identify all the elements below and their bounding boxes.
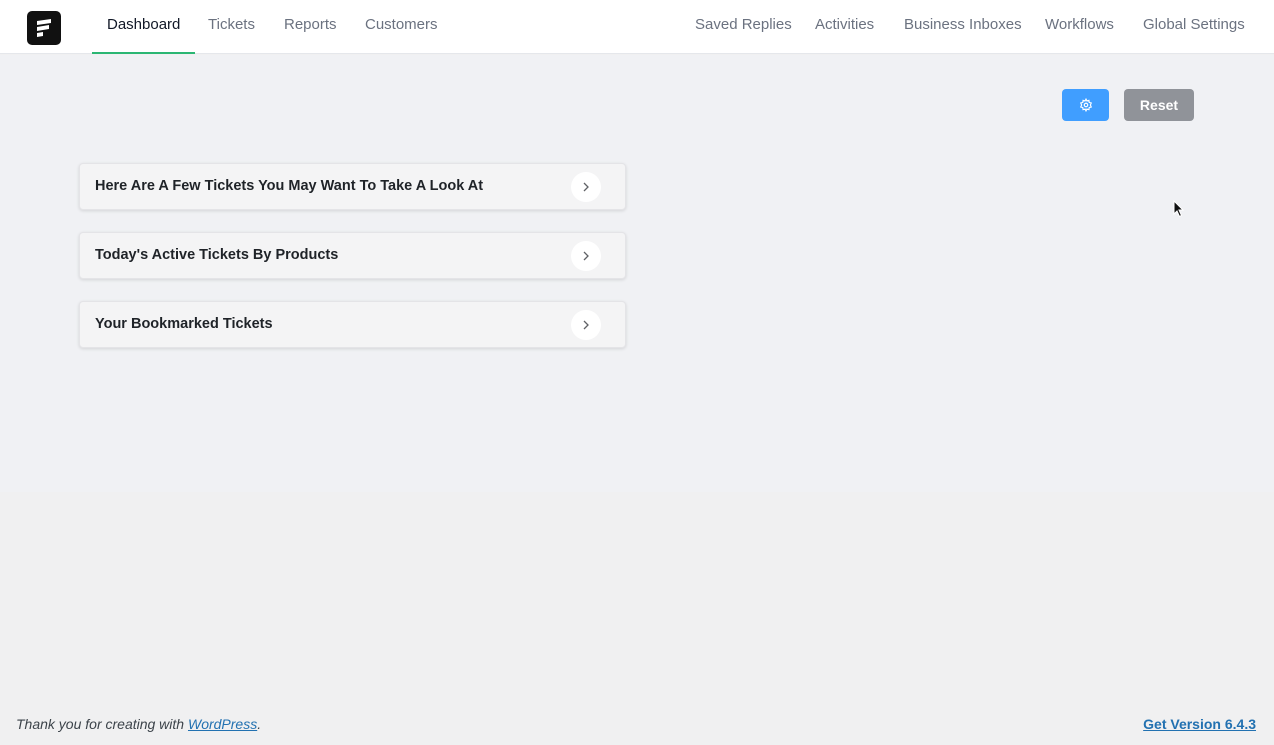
widget-card-bookmarked-tickets[interactable]: Your Bookmarked Tickets bbox=[79, 301, 626, 348]
get-version-link[interactable]: Get Version 6.4.3 bbox=[1143, 716, 1256, 732]
nav-tab-global-settings[interactable]: Global Settings bbox=[1143, 0, 1245, 54]
footer-credit: Thank you for creating with WordPress. bbox=[16, 716, 261, 732]
wordpress-link[interactable]: WordPress bbox=[188, 716, 257, 732]
nav-tab-customers[interactable]: Customers bbox=[365, 0, 438, 54]
top-navigation-bar: Dashboard Tickets Reports Customers Save… bbox=[0, 0, 1274, 54]
nav-tab-dashboard[interactable]: Dashboard bbox=[92, 0, 196, 54]
mouse-cursor-icon bbox=[1173, 199, 1185, 223]
footer-thanks-text: Thank you for creating with bbox=[16, 716, 188, 732]
widget-card-active-tickets-by-products[interactable]: Today's Active Tickets By Products bbox=[79, 232, 626, 279]
logo-icon bbox=[37, 19, 51, 37]
reset-button[interactable]: Reset bbox=[1124, 89, 1194, 121]
widget-card-tickets-to-look-at[interactable]: Here Are A Few Tickets You May Want To T… bbox=[79, 163, 626, 210]
gear-icon bbox=[1079, 98, 1092, 112]
card-title: Today's Active Tickets By Products bbox=[95, 247, 339, 263]
nav-tab-tickets[interactable]: Tickets bbox=[208, 0, 255, 54]
chevron-right-icon[interactable] bbox=[571, 172, 601, 202]
card-title: Your Bookmarked Tickets bbox=[95, 316, 273, 332]
nav-tab-activities[interactable]: Activities bbox=[815, 0, 874, 54]
dashboard-settings-button[interactable] bbox=[1062, 89, 1109, 121]
app-logo[interactable] bbox=[27, 11, 61, 45]
nav-tab-reports[interactable]: Reports bbox=[284, 0, 337, 54]
chevron-right-icon[interactable] bbox=[571, 241, 601, 271]
nav-tab-saved-replies[interactable]: Saved Replies bbox=[695, 0, 792, 54]
footer-period: . bbox=[257, 716, 262, 732]
card-title: Here Are A Few Tickets You May Want To T… bbox=[95, 178, 484, 194]
nav-tab-business-inboxes[interactable]: Business Inboxes bbox=[904, 0, 1022, 54]
chevron-right-icon[interactable] bbox=[571, 310, 601, 340]
nav-tab-workflows[interactable]: Workflows bbox=[1045, 0, 1114, 54]
